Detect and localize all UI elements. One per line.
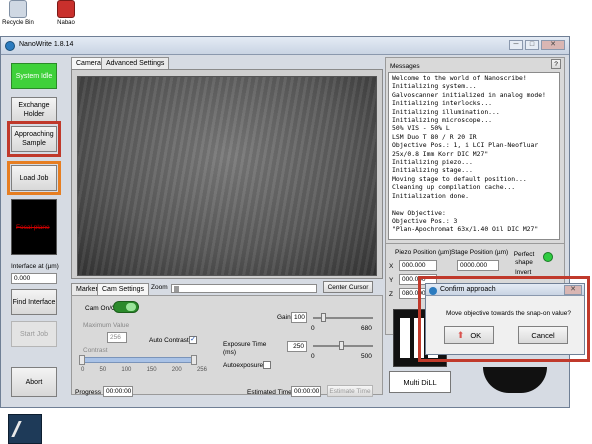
abort-button[interactable]: Abort	[11, 367, 57, 397]
invert-label: Invert	[515, 269, 532, 276]
max-value-label: Maximum Value	[83, 322, 130, 329]
camera-image[interactable]	[77, 76, 377, 276]
stage-x-field[interactable]: 0000.000	[457, 260, 499, 271]
autoexposure-label: Autoexposure	[223, 362, 264, 369]
contrast-tick: 50	[99, 367, 107, 373]
desktop-icon-recycle-bin[interactable]: Recycle Bin	[0, 0, 36, 26]
contrast-tick: 200	[171, 367, 182, 373]
autoexposure-checkbox[interactable]	[263, 361, 271, 369]
gain-slider-thumb[interactable]	[321, 313, 326, 322]
messages-title: Messages	[390, 63, 420, 70]
zoom-slider[interactable]	[171, 284, 317, 293]
z-axis-label: Z	[389, 291, 393, 298]
exposure-min: 0	[311, 353, 315, 360]
cam-onoff-toggle[interactable]	[113, 301, 139, 313]
desktop-icon-nabao[interactable]: Nabao	[48, 0, 84, 26]
recycle-bin-icon	[9, 0, 27, 18]
max-value-input[interactable]: 256	[107, 332, 127, 343]
perfect-shape-led	[543, 252, 553, 262]
zoom-label: Zoom	[151, 284, 168, 291]
gain-input[interactable]: 100	[291, 312, 307, 323]
gain-min: 0	[311, 325, 315, 332]
cancel-button[interactable]: Cancel	[518, 326, 568, 344]
perfect-shape-label: Perfect shape	[513, 251, 535, 266]
exchange-holder-button[interactable]: Exchange Holder	[11, 97, 57, 123]
sample-slot	[400, 318, 410, 358]
dialog-title-bar[interactable]: Confirm approach	[426, 284, 584, 296]
title-bar[interactable]: NanoWrite 1.8.14 ─ □ ✕	[1, 37, 569, 55]
contrast-tick: 256	[196, 367, 207, 373]
dialog-close-button[interactable]: ✕	[564, 285, 582, 295]
ok-button[interactable]: ⬆ OK	[444, 326, 494, 344]
piezo-x-field[interactable]: 000.000	[399, 260, 437, 271]
confirm-approach-dialog: Confirm approach ✕ Move objective toward…	[425, 283, 585, 355]
exposure-max: 500	[361, 353, 372, 360]
desktop-icon-label: Nabao	[57, 20, 75, 26]
approaching-sample-button[interactable]: Approaching Sample	[11, 126, 57, 152]
contrast-min-thumb[interactable]	[79, 355, 85, 365]
focal-plane-indicator: Focal plane	[11, 199, 57, 255]
load-job-button[interactable]: Load Job	[11, 165, 57, 191]
dialog-message: Move objective towards the snap-on value…	[446, 310, 572, 317]
contrast-scale: 0 50 100 150 200 256	[81, 367, 207, 373]
close-button[interactable]: ✕	[541, 40, 565, 50]
taskbar-app-icon[interactable]	[8, 414, 42, 444]
progress-value: 00:00:00	[103, 386, 133, 397]
piezo-position-label: Piezo Position (µm)	[395, 249, 452, 256]
y-axis-label: Y	[389, 277, 394, 284]
estimated-time-value: 00:00:00	[291, 386, 321, 397]
tab-cam-settings[interactable]: Cam Settings	[97, 283, 150, 295]
contrast-tick: 150	[146, 367, 157, 373]
interface-label: Interface at (µm)	[11, 263, 59, 270]
system-status-button[interactable]: System Idle	[11, 63, 57, 89]
gain-label: Gain	[277, 314, 291, 321]
app-icon	[11, 421, 39, 437]
minimize-button[interactable]: ─	[509, 40, 523, 50]
tab-advanced-settings[interactable]: Advanced Settings	[101, 57, 170, 69]
auto-contrast-label: Auto Contrast	[149, 337, 189, 344]
center-cursor-button[interactable]: Center Cursor	[323, 281, 373, 293]
application-icon	[57, 0, 75, 18]
contrast-max-thumb[interactable]	[191, 355, 197, 365]
up-arrow-icon: ⬆	[456, 329, 465, 340]
exposure-slider-thumb[interactable]	[339, 341, 344, 350]
contrast-tick: 0	[81, 367, 85, 373]
app-icon	[5, 41, 15, 51]
camera-panel	[71, 69, 383, 279]
contrast-range-slider[interactable]	[83, 357, 193, 363]
zoom-slider-thumb[interactable]	[174, 286, 179, 292]
x-axis-label: X	[389, 263, 394, 270]
dialog-title: Confirm approach	[440, 286, 496, 293]
contrast-tick: 100	[121, 367, 132, 373]
toggle-knob	[126, 303, 136, 311]
contrast-label: Contrast	[83, 347, 108, 354]
multi-dill-label: Multi DiLL	[389, 371, 451, 393]
start-job-button[interactable]: Start Job	[11, 321, 57, 347]
app-icon	[429, 287, 437, 295]
exposure-label: Exposure Time (ms)	[223, 341, 267, 356]
help-button[interactable]: ?	[551, 59, 561, 69]
focal-plane-label: Focal plane	[16, 224, 50, 231]
ok-label: OK	[470, 330, 482, 340]
progress-label: Progress	[75, 389, 102, 396]
find-interface-button[interactable]: Find Interface	[11, 289, 57, 315]
interface-input[interactable]: 0.000	[11, 273, 57, 284]
auto-contrast-checkbox[interactable]: ✓	[189, 336, 197, 344]
gain-max: 680	[361, 325, 372, 332]
estimate-time-button[interactable]: Estimate Time	[327, 385, 373, 397]
desktop-icon-label: Recycle Bin	[2, 20, 34, 26]
exposure-input[interactable]: 250	[287, 341, 307, 352]
estimated-time-label: Estimated Time	[247, 389, 292, 396]
objective-image	[483, 367, 547, 393]
window-title: NanoWrite 1.8.14	[19, 41, 74, 48]
maximize-button[interactable]: □	[525, 40, 539, 50]
stage-position-label: Stage Position (µm)	[451, 249, 509, 256]
messages-log: Welcome to the world of Nanoscribe! Init…	[388, 72, 560, 240]
